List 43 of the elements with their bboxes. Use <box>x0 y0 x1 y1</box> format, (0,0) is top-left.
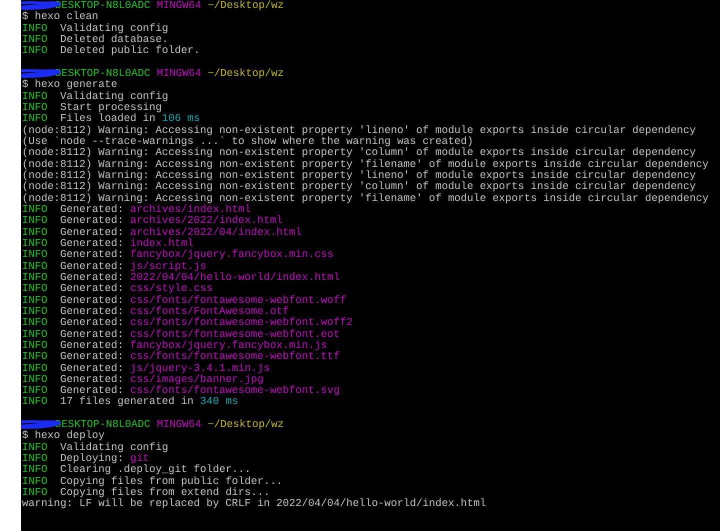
log-line: INFO Deploying: git <box>22 454 150 466</box>
terminal-line: $ hexo clean <box>22 12 98 24</box>
log-line: INFO Validating config <box>22 24 168 35</box>
prompt-line: DESKTOP-N8L0ADC MINGW64 ~/Desktop/wz <box>55 420 284 432</box>
log-line: INFO Generated: css/fonts/fontawesome-webfont.svg <box>22 386 340 398</box>
log-line: INFO Generated: fancybox/jquery.fancybox.min.js <box>22 340 328 352</box>
log-line: INFO Generated: css/style.css <box>22 284 213 296</box>
terminal-line: (Use `node --trace-warnings ...` to show where the warning was created) <box>22 136 474 148</box>
log-line: INFO Generated: css/images/banner.jpg <box>22 374 264 386</box>
terminal-line: warning: LF will be replaced by CRLF in 2022/04/04/hello-world/index.html <box>22 499 486 511</box>
terminal-line: (node:8112) Warning: Accessing non-existent property 'filename' of module exports inside circular dependency <box>22 160 709 171</box>
log-line: INFO Generated: 2022/04/04/hello-world/index.html <box>22 272 340 284</box>
terminal-line: (node:8112) Warning: Accessing non-existent property 'lineno' of module exports inside circular dependency <box>22 170 696 182</box>
log-line: INFO Generated: fancybox/jquery.fancybox.min.css <box>22 250 334 262</box>
terminal-line: (node:8112) Warning: Accessing non-existent property 'column' of module exports inside circular dependency <box>22 182 696 194</box>
log-line: INFO Copying files from extend dirs... <box>22 488 270 500</box>
log-line: INFO Generated: css/fonts/fontawesome-webfont.woff <box>22 296 346 307</box>
log-line: INFO Generated: css/fonts/FontAwesome.otf <box>22 306 290 318</box>
log-line: INFO Deleted database. <box>22 34 168 46</box>
log-line: INFO Deleted public folder. <box>22 46 200 58</box>
log-line: INFO Generated: css/fonts/fontawesome-webfont.woff2 <box>22 318 353 330</box>
log-line: INFO Clearing .deploy_git folder... <box>22 465 251 476</box>
log-line: INFO Generated: js/script.js <box>22 262 206 273</box>
log-line: INFO 17 files generated in 340 ms <box>22 397 238 409</box>
log-line: INFO Validating config <box>22 442 168 454</box>
terminal-line: (node:8112) Warning: Accessing non-existent property 'lineno' of module exports inside circular dependency <box>22 126 696 137</box>
prompt-line: DESKTOP-N8L0ADC MINGW64 ~/Desktop/wz <box>55 1 284 12</box>
log-line: INFO Generated: css/fonts/fontawesome-webfont.eot <box>22 330 340 341</box>
terminal-line: (node:8112) Warning: Accessing non-existent property 'column' of module exports inside circular dependency <box>22 148 696 160</box>
terminal-line: $ hexo generate <box>22 80 118 92</box>
terminal-line: $ hexo deploy <box>22 431 105 442</box>
log-line: INFO Copying files from public folder... <box>22 476 283 488</box>
log-line: INFO Generated: archives/2022/04/index.html <box>22 228 302 239</box>
log-line: INFO Generated: archives/2022/index.html <box>22 216 283 228</box>
log-line: INFO Generated: js/jquery-3.4.1.min.js <box>22 364 270 374</box>
terminal-line: (node:8112) Warning: Accessing non-existent property 'filename' of module exports inside circular dependency <box>22 194 709 205</box>
prompt-line: DESKTOP-N8L0ADC MINGW64 ~/Desktop/wz <box>55 68 284 80</box>
log-line: INFO Generated: css/fonts/fontawesome-webfont.ttf <box>22 352 340 364</box>
log-line: INFO Files loaded in 106 ms <box>22 114 200 126</box>
log-line: INFO Generated: index.html <box>22 238 194 250</box>
log-line: INFO Start processing <box>22 102 162 114</box>
log-line: INFO Validating config <box>22 92 168 103</box>
log-line: INFO Generated: archives/index.html <box>22 204 251 216</box>
